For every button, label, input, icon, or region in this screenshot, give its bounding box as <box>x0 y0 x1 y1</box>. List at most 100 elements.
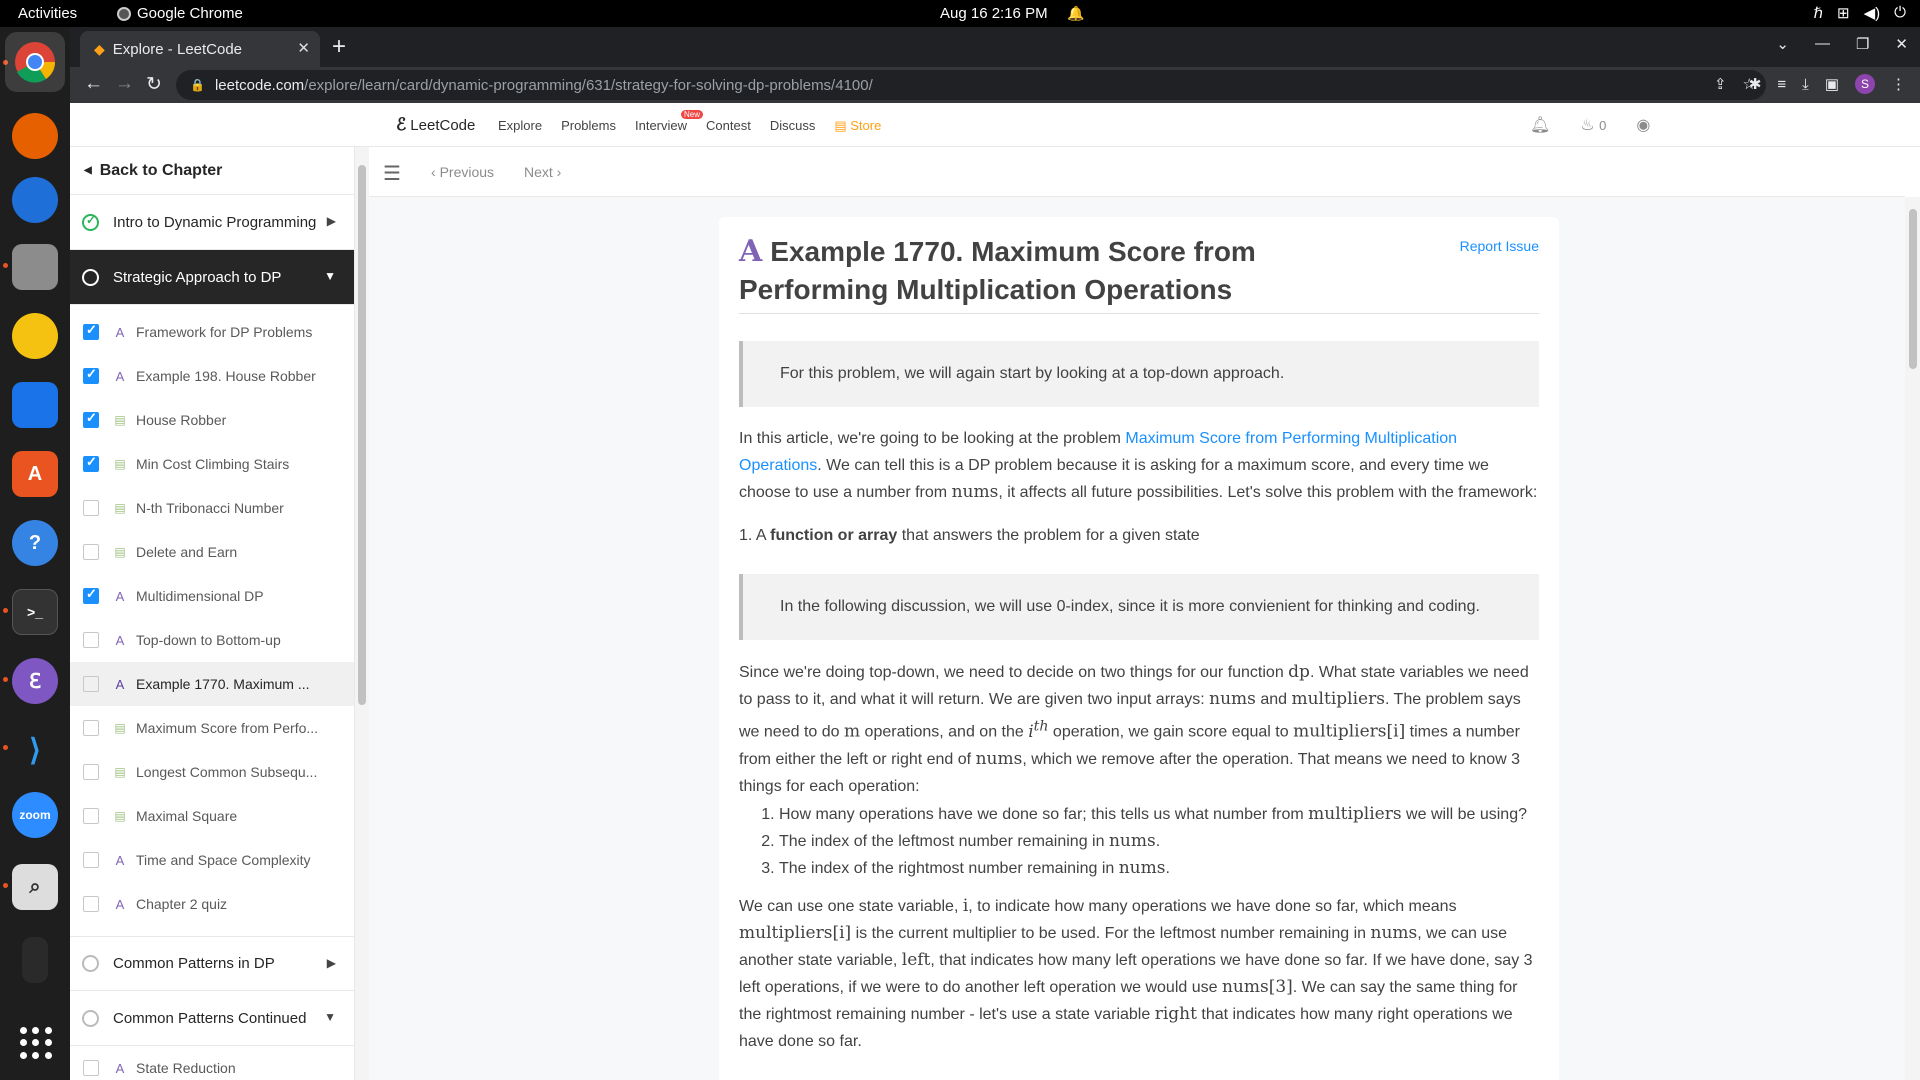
files-icon[interactable] <box>12 244 58 290</box>
previous-label: Previous <box>439 164 495 180</box>
back-to-chapter-link[interactable]: ◀ Back to Chapter <box>70 147 354 195</box>
user-avatar-icon[interactable]: ◉ <box>1636 115 1650 135</box>
minimize-icon[interactable]: — <box>1815 35 1830 53</box>
lesson-item[interactable]: ▤ Min Cost Climbing Stairs <box>70 442 354 486</box>
new-tab-button[interactable]: + <box>332 33 346 61</box>
power-icon: ⏻ <box>1894 4 1906 21</box>
intro-paragraph: In this article, we're going to be looki… <box>739 425 1539 506</box>
writer-icon[interactable] <box>12 382 58 428</box>
text: 1. A <box>739 527 771 544</box>
report-issue-link[interactable]: Report Issue <box>1460 238 1539 254</box>
firefox-icon[interactable] <box>12 113 58 159</box>
lesson-checkbox[interactable] <box>83 808 99 824</box>
clock[interactable]: Aug 16 2:16 PM <box>940 5 1048 22</box>
nav-explore[interactable]: Explore <box>498 118 542 134</box>
nav-interview[interactable]: Interview New <box>635 110 704 134</box>
extensions-icon[interactable]: ✱ <box>1749 75 1762 93</box>
close-window-icon[interactable]: ✕ <box>1895 35 1908 53</box>
share-icon[interactable]: ⇪ <box>1714 75 1727 93</box>
reload-icon[interactable]: ↻ <box>146 73 162 96</box>
trash-icon[interactable] <box>22 937 48 983</box>
lesson-checkbox[interactable] <box>83 764 99 780</box>
lesson-item[interactable]: ▤ Maximal Square <box>70 794 354 838</box>
menu-icon[interactable]: ☰ <box>383 161 401 186</box>
article-icon: A <box>115 368 125 384</box>
scrollbar-thumb[interactable] <box>358 165 366 705</box>
lesson-item[interactable]: ▤ Maximum Score from Perfo... <box>70 706 354 750</box>
chrome-dock-icon[interactable] <box>5 32 65 92</box>
lesson-checkbox[interactable] <box>83 410 99 428</box>
lesson-checkbox[interactable] <box>83 1060 99 1076</box>
coins[interactable]: ♨ 0 <box>1580 115 1606 135</box>
lesson-checkbox[interactable] <box>83 852 99 868</box>
address-bar[interactable]: 🔒 leetcode.com/explore/learn/card/dynami… <box>176 70 1766 100</box>
previous-button[interactable]: ‹ Previous <box>431 164 494 180</box>
profile-avatar[interactable]: S <box>1855 74 1875 94</box>
lesson-item[interactable]: A Multidimensional DP <box>70 574 354 618</box>
close-tab-icon[interactable]: ✕ <box>297 39 310 57</box>
nav-problems[interactable]: Problems <box>561 118 616 134</box>
browser-tab-strip: ◆ Explore - LeetCode ✕ + ⌄ — ❐ ✕ <box>70 27 1920 67</box>
chapter-item[interactable]: Common Patterns Continued ▼ <box>70 991 354 1046</box>
leetcode-navbar: ℰ LeetCode Explore Problems Interview New… <box>70 103 1920 147</box>
lesson-checkbox[interactable] <box>83 632 99 648</box>
app-center-icon[interactable]: A <box>12 451 58 497</box>
lesson-checkbox[interactable] <box>83 322 99 340</box>
text: that answers the problem for a given sta… <box>897 527 1200 544</box>
browser-tab[interactable]: ◆ Explore - LeetCode ✕ <box>80 31 320 67</box>
nav-contest[interactable]: Contest <box>706 118 751 134</box>
lesson-item[interactable]: ▤ Delete and Earn <box>70 530 354 574</box>
lesson-title: Min Cost Climbing Stairs <box>136 456 290 472</box>
nav-store[interactable]: ▤ Store <box>834 118 881 134</box>
lesson-checkbox[interactable] <box>83 500 99 516</box>
download-icon[interactable]: ⤓ <box>1802 76 1809 93</box>
zoom-icon[interactable]: zoom <box>12 792 58 838</box>
lesson-checkbox[interactable] <box>83 454 99 472</box>
help-icon[interactable]: ? <box>12 520 58 566</box>
nav-discuss[interactable]: Discuss <box>770 118 816 134</box>
side-panel-icon[interactable]: ▣ <box>1825 75 1839 93</box>
activities-button[interactable]: Activities <box>18 5 77 22</box>
lesson-item[interactable]: ▤ House Robber <box>70 398 354 442</box>
more-menu-icon[interactable]: ⋮ <box>1891 75 1906 93</box>
notification-bell-icon[interactable]: 🔔︎ <box>1530 115 1550 135</box>
chapter-item[interactable]: Common Patterns in DP ▶ <box>70 936 354 991</box>
lesson-checkbox[interactable] <box>83 676 99 692</box>
vscode-icon[interactable]: ⟩ <box>12 727 58 773</box>
lesson-checkbox[interactable] <box>83 544 99 560</box>
lesson-checkbox[interactable] <box>83 720 99 736</box>
scrollbar-thumb[interactable] <box>1909 209 1917 369</box>
lesson-checkbox[interactable] <box>83 896 99 912</box>
lesson-item[interactable]: ▤ Longest Common Subsequ... <box>70 750 354 794</box>
media-control-icon[interactable]: ≡ <box>1777 76 1786 93</box>
content-scrollbar[interactable] <box>1905 197 1920 1080</box>
back-icon[interactable]: ← <box>84 73 103 95</box>
rhythmbox-icon[interactable] <box>12 313 58 359</box>
chapter-item[interactable]: Intro to Dynamic Programming ▶ <box>70 195 354 250</box>
thunderbird-icon[interactable] <box>12 177 58 223</box>
lesson-item[interactable]: A Chapter 2 quiz <box>70 882 354 926</box>
leetcode-logo[interactable]: ℰ LeetCode <box>396 115 475 135</box>
maximize-icon[interactable]: ❐ <box>1856 35 1869 53</box>
magnifier-icon[interactable]: ⌕ <box>12 864 58 910</box>
chapter-item-active[interactable]: Strategic Approach to DP ▼ <box>70 250 354 305</box>
lesson-checkbox[interactable] <box>83 366 99 384</box>
lesson-item[interactable]: ▤ N-th Tribonacci Number <box>70 486 354 530</box>
lesson-item[interactable]: A Example 198. House Robber <box>70 354 354 398</box>
bold-text: function or array <box>770 527 898 544</box>
lesson-checkbox[interactable] <box>83 586 99 604</box>
system-tray[interactable]: ℏ ⊞ ◀) ⏻ <box>1814 4 1907 22</box>
lesson-item[interactable]: A Top-down to Bottom-up <box>70 618 354 662</box>
tab-search-icon[interactable]: ⌄ <box>1776 35 1789 53</box>
next-button[interactable]: Next › <box>524 164 561 180</box>
show-apps-icon[interactable] <box>20 1027 52 1059</box>
sidebar-scrollbar[interactable] <box>355 147 369 1080</box>
lesson-item[interactable]: A Example 1770. Maximum ... <box>70 662 354 706</box>
emacs-icon[interactable]: ℇ <box>12 658 58 704</box>
app-menu[interactable]: Google Chrome <box>117 5 243 22</box>
lesson-item[interactable]: A State Reduction <box>70 1046 354 1080</box>
terminal-icon[interactable]: >_ <box>12 589 58 635</box>
forward-icon[interactable]: → <box>115 73 134 95</box>
lesson-item[interactable]: A Framework for DP Problems <box>70 310 354 354</box>
lesson-item[interactable]: A Time and Space Complexity <box>70 838 354 882</box>
